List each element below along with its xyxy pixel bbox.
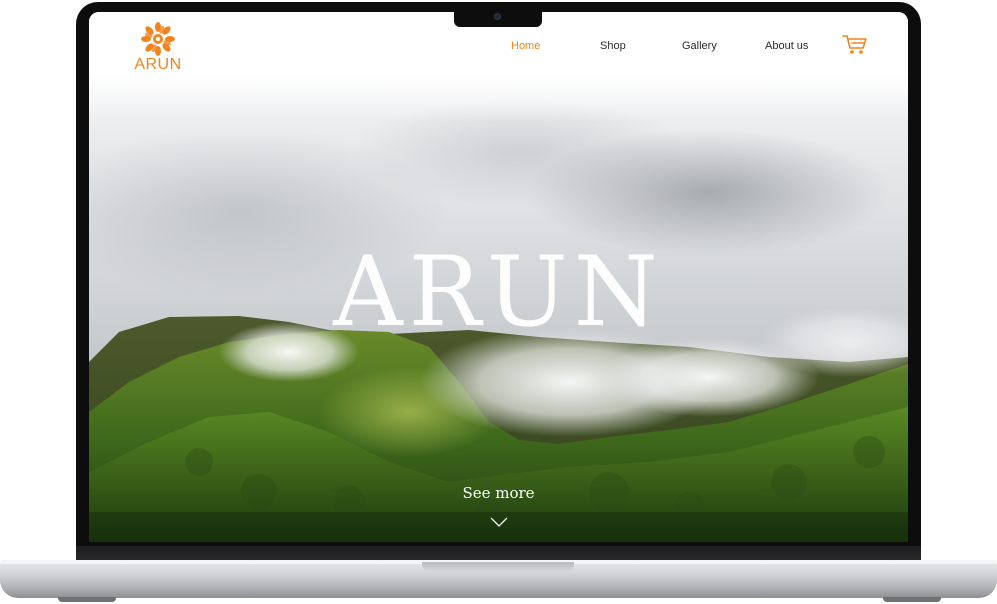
hero-landscape: ARUN See more ARUN Home Shop Gallery Abo… bbox=[89, 12, 908, 542]
see-more-label[interactable]: See more bbox=[462, 484, 534, 502]
nav-item-gallery[interactable]: Gallery bbox=[682, 40, 717, 52]
laptop-screen: ARUN See more ARUN Home Shop Gallery Abo… bbox=[89, 12, 908, 542]
laptop-thumb-recess bbox=[422, 562, 574, 572]
laptop-foot-left bbox=[58, 597, 116, 602]
chevron-down-icon[interactable] bbox=[489, 516, 509, 528]
nav-item-home[interactable]: Home bbox=[511, 40, 540, 52]
nav-item-about-us[interactable]: About us bbox=[765, 40, 808, 52]
nav-links: Home Shop Gallery About us bbox=[89, 40, 908, 60]
shopping-cart-icon[interactable] bbox=[842, 34, 868, 56]
see-more-cta[interactable]: See more bbox=[89, 484, 908, 503]
camera-icon bbox=[494, 13, 501, 20]
hero-title: ARUN bbox=[333, 236, 664, 348]
laptop-foot-right bbox=[883, 597, 941, 602]
camera-notch bbox=[454, 9, 542, 27]
nav-item-shop[interactable]: Shop bbox=[600, 40, 626, 52]
